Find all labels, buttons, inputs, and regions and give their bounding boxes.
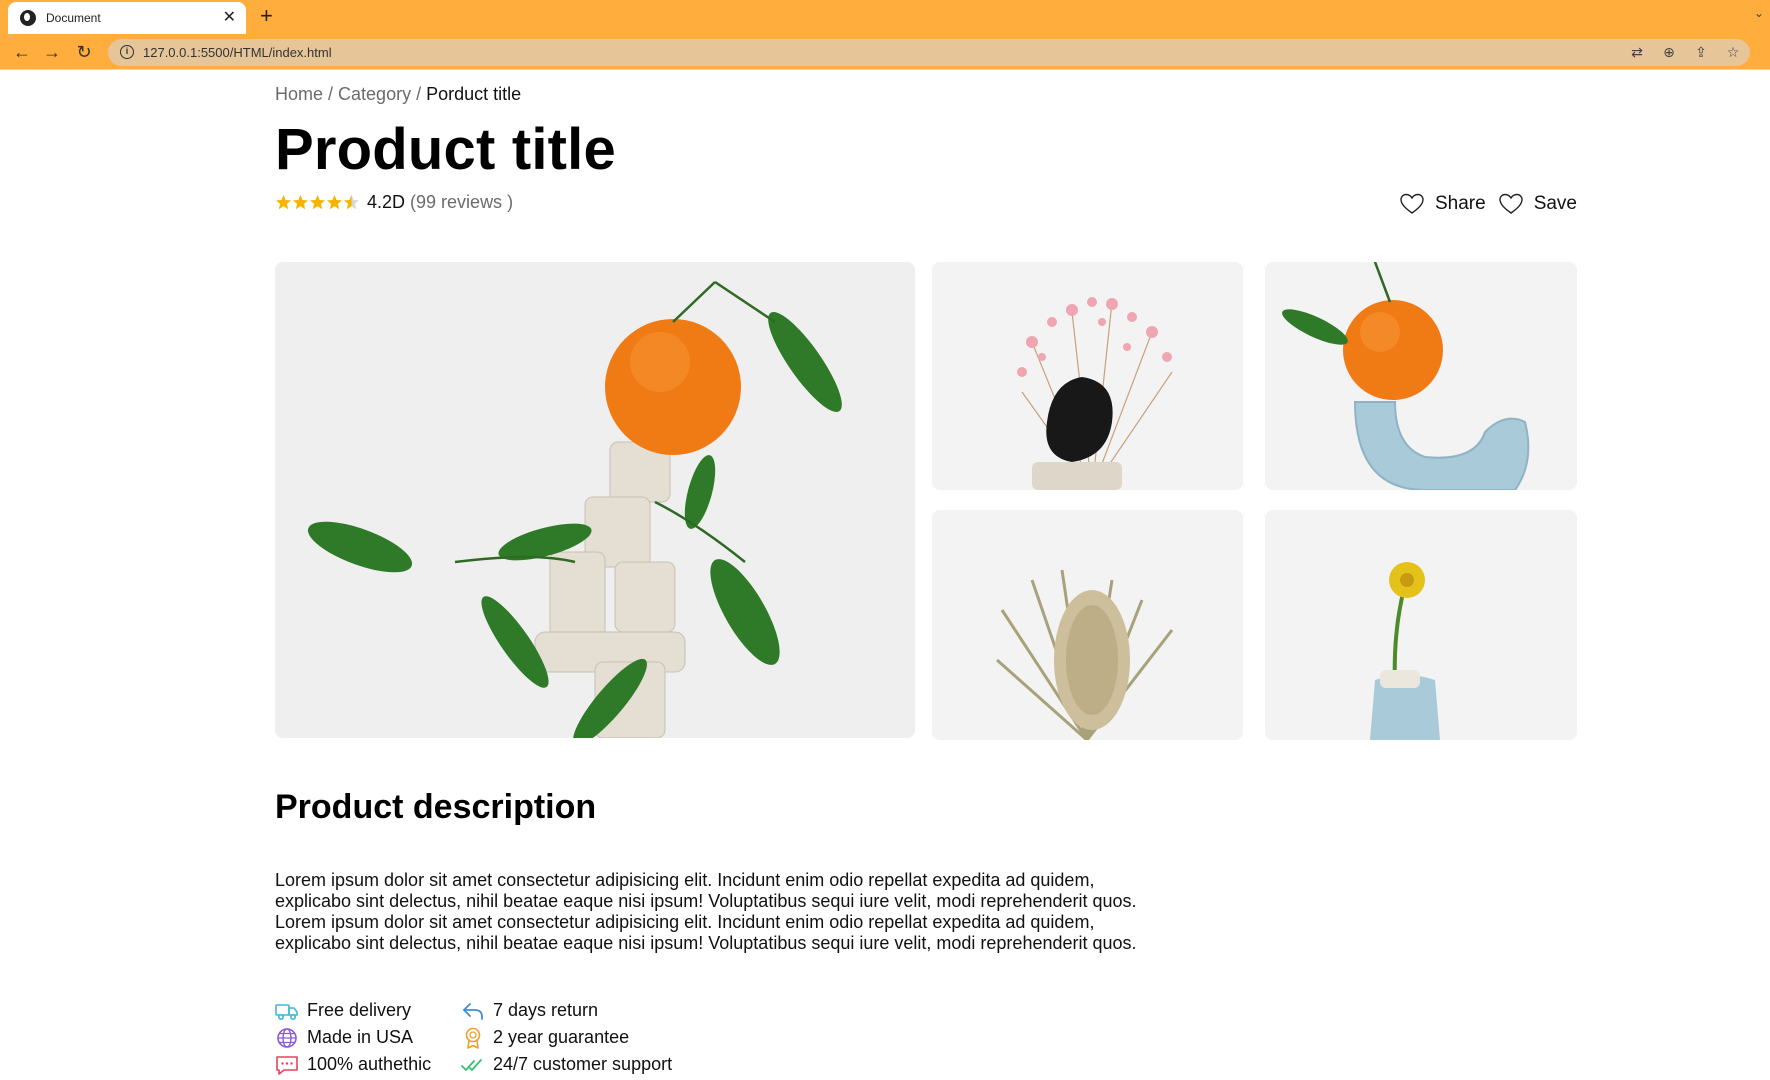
star-icon	[276, 195, 291, 210]
heart-icon	[1400, 193, 1424, 214]
tab-close-icon[interactable]: ✕	[223, 10, 236, 26]
save-label: Save	[1533, 193, 1577, 214]
tab-title: Document	[46, 11, 101, 25]
translate-icon[interactable]: ⇄	[1628, 43, 1646, 61]
rating-value: 4.2D	[367, 192, 406, 212]
breadcrumb-current: Porduct title	[426, 84, 522, 104]
feature-label: 7 days return	[493, 1000, 599, 1020]
double-check-icon	[461, 1058, 482, 1071]
product-image-thumb[interactable]	[1265, 262, 1577, 490]
feature-guarantee: 2 year guarantee	[461, 1027, 701, 1049]
globe-favicon-icon	[20, 10, 36, 26]
product-gallery	[275, 262, 1577, 740]
feature-free-delivery: Free delivery	[275, 1000, 461, 1021]
product-image-main[interactable]	[275, 262, 915, 738]
breadcrumb-separator: /	[411, 84, 427, 104]
product-image-thumb[interactable]	[1265, 510, 1577, 740]
share-page-icon[interactable]: ⇪	[1692, 43, 1710, 61]
product-rating: 4.2D (99 reviews )	[275, 192, 513, 213]
feature-label: Made in USA	[307, 1027, 414, 1047]
browser-toolbar: ← → ↻ i 127.0.0.1:5500/HTML/index.html ⇄…	[0, 34, 1770, 70]
save-button[interactable]: Save	[1498, 192, 1577, 216]
site-info-icon[interactable]: i	[120, 45, 134, 59]
star-icon	[344, 195, 359, 210]
bookmark-star-icon[interactable]: ☆	[1724, 43, 1742, 61]
feature-support: 24/7 customer support	[461, 1054, 701, 1075]
description-heading: Product description	[275, 788, 597, 826]
rating-stars	[275, 194, 360, 211]
share-label: Share	[1434, 193, 1486, 214]
product-actions: Share Save	[1387, 192, 1577, 216]
truck-icon	[275, 1003, 298, 1020]
star-icon	[310, 195, 325, 210]
feature-list: Free delivery 7 days return Made in USA …	[275, 1000, 701, 1075]
feature-made-in-usa: Made in USA	[275, 1027, 461, 1048]
new-tab-button[interactable]: +	[260, 5, 273, 27]
breadcrumb: Home / Category / Porduct title	[275, 84, 521, 105]
product-image-thumb[interactable]	[932, 262, 1243, 490]
browser-tab[interactable]: Document ✕	[8, 2, 246, 34]
tab-search-chevron-icon[interactable]: ⌄	[1754, 6, 1764, 20]
feature-label: Free delivery	[307, 1000, 412, 1020]
breadcrumb-category[interactable]: Category	[338, 84, 411, 104]
page-title: Product title	[275, 117, 616, 182]
globe-icon	[277, 1027, 297, 1048]
feature-label: 2 year guarantee	[493, 1027, 630, 1047]
award-icon	[465, 1027, 481, 1049]
star-icon	[327, 195, 342, 210]
description-text: Lorem ipsum dolor sit amet consectetur a…	[275, 870, 1137, 953]
zoom-icon[interactable]: ⊕	[1660, 43, 1678, 61]
reviews-count[interactable]: (99 reviews )	[410, 192, 513, 213]
feature-label: 24/7 customer support	[493, 1054, 673, 1074]
message-icon	[276, 1055, 298, 1075]
address-bar[interactable]: i 127.0.0.1:5500/HTML/index.html ⇄ ⊕ ⇪ ☆	[108, 39, 1750, 66]
browser-tab-bar: Document ✕ + ⌄	[0, 0, 1770, 34]
feature-authentic: 100% authethic	[275, 1054, 461, 1075]
heart-icon	[1498, 193, 1523, 214]
url-text[interactable]: 127.0.0.1:5500/HTML/index.html	[143, 45, 332, 60]
reload-icon[interactable]: ↻	[74, 42, 94, 62]
star-icon	[293, 195, 308, 210]
back-arrow-icon[interactable]: ←	[12, 42, 32, 62]
return-arrow-icon	[463, 1002, 483, 1020]
feature-returns: 7 days return	[461, 1000, 701, 1021]
forward-arrow-icon[interactable]: →	[42, 42, 62, 62]
product-image-thumb[interactable]	[932, 510, 1243, 740]
breadcrumb-separator: /	[323, 84, 339, 104]
feature-label: 100% authethic	[307, 1054, 432, 1074]
share-button[interactable]: Share	[1399, 192, 1486, 216]
breadcrumb-home[interactable]: Home	[275, 84, 323, 104]
